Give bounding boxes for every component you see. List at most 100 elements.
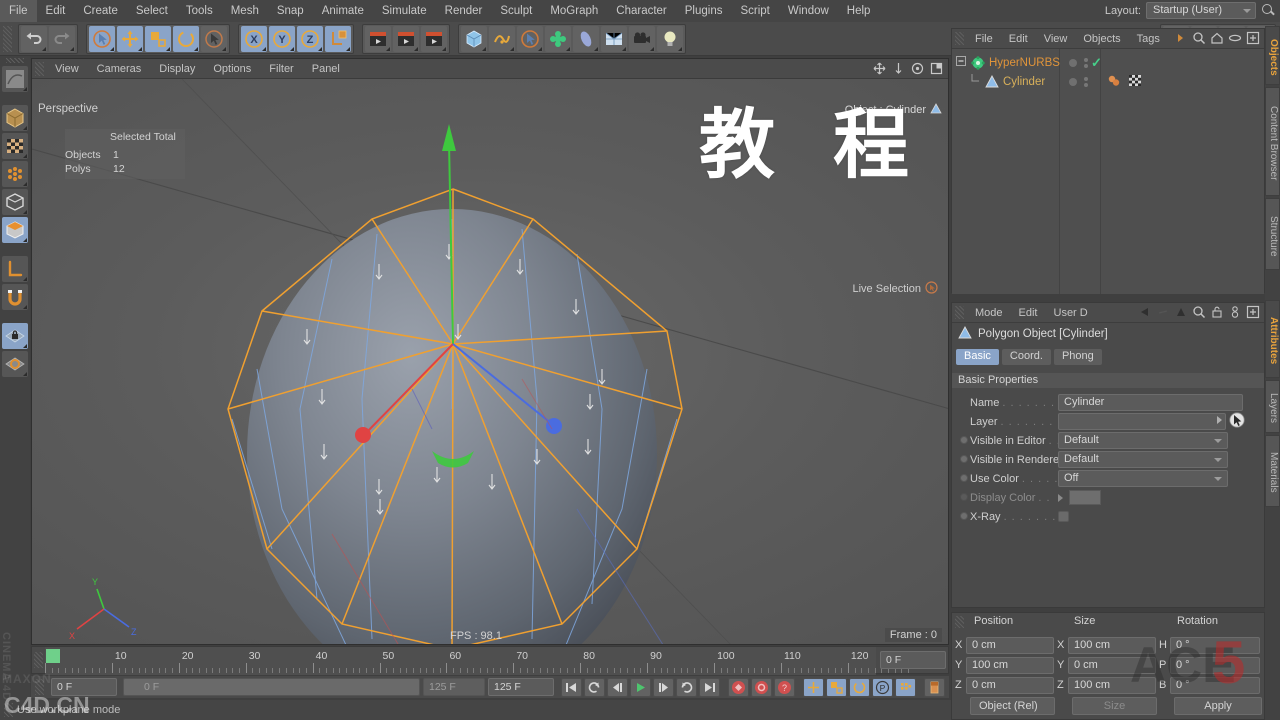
property-dropdown[interactable]: Off [1058,470,1228,487]
new-window-icon[interactable] [1246,31,1261,46]
keyframe-selection-button[interactable]: ? [774,677,795,697]
attributes-menu-userd[interactable]: User D [1046,303,1096,323]
property-animate-dot[interactable] [960,493,968,501]
object-tag-strip[interactable] [1107,74,1142,90]
scale-tool[interactable] [145,25,171,52]
coord-mode-dropdown[interactable]: Object (Rel) [970,697,1055,715]
display-color-swatch[interactable] [1069,490,1101,505]
apply-button[interactable]: Apply [1174,697,1262,715]
menu-item-script[interactable]: Script [731,0,778,22]
menu-item-tools[interactable]: Tools [177,0,222,22]
next-key-button[interactable] [676,677,697,697]
lock-icon[interactable] [1210,305,1225,320]
points-mode-button[interactable] [2,161,28,187]
render-view-button[interactable] [365,25,391,52]
dropdown-corner-icon[interactable] [346,46,350,51]
object-tree[interactable]: HyperNURBS ✓ Cylinder [952,49,1264,294]
property-animate-dot[interactable] [960,455,968,463]
property-animate-dot[interactable] [960,436,968,444]
menu-item-window[interactable]: Window [779,0,838,22]
dropdown-corner-icon[interactable] [290,46,294,51]
coord-field-position[interactable]: 0 cm [966,637,1054,654]
nurbs-button[interactable] [517,25,543,52]
layout-dropdown[interactable]: Startup (User) [1146,2,1256,19]
dropdown-corner-icon[interactable] [23,182,27,186]
make-editable-button[interactable] [2,66,28,92]
dropdown-corner-icon[interactable] [138,46,142,51]
property-animate-dot[interactable] [960,512,968,520]
coord-field-rotation[interactable]: 0 ° [1170,657,1260,674]
menu-item-sculpt[interactable]: Sculpt [491,0,541,22]
parameter-key-toggle[interactable]: P [872,677,893,697]
object-tree-row[interactable]: HyperNURBS ✓ [952,53,1264,72]
property-dropdown[interactable]: Default [1058,451,1228,468]
render-visibility-dots[interactable] [1084,57,1088,68]
menu-item-edit[interactable]: Edit [37,0,75,22]
name-field[interactable]: Cylinder [1058,394,1243,411]
z-axis-lock[interactable]: Z [297,25,323,52]
texture-tag[interactable] [1128,74,1142,90]
spline-button[interactable] [489,25,515,52]
model-mode-button[interactable] [2,105,28,131]
perspective-viewport[interactable]: View Cameras Display Options Filter Panel [31,58,949,645]
coord-size-dropdown[interactable]: Size [1072,697,1157,715]
world-object-coords[interactable] [325,25,351,52]
object-visibility-dots[interactable] [1069,76,1088,87]
display-color-expand-icon[interactable] [1058,493,1063,502]
objects-menu-edit[interactable]: Edit [1001,29,1036,49]
dropdown-corner-icon[interactable] [650,46,654,51]
objects-panel-grip[interactable] [955,32,964,45]
phong-tag[interactable] [1107,74,1123,90]
dropdown-corner-icon[interactable] [23,344,27,348]
viewport-menu-display[interactable]: Display [150,59,204,79]
viewport-menu-panel[interactable]: Panel [303,59,349,79]
chevron-right-icon[interactable] [1174,31,1189,46]
attributes-menu-edit[interactable]: Edit [1011,303,1046,323]
back-arrow-icon[interactable] [1138,305,1153,320]
move-tool[interactable] [117,25,143,52]
timeline-ticks[interactable]: 0102030405060708090100110120 [45,647,910,675]
menu-item-mesh[interactable]: Mesh [222,0,268,22]
attributes-tab-basic[interactable]: Basic [956,349,999,365]
object-tree-row[interactable]: Cylinder [952,72,1264,91]
menu-item-select[interactable]: Select [127,0,177,22]
dropdown-corner-icon[interactable] [594,46,598,51]
previous-key-button[interactable] [584,677,605,697]
pin-icon[interactable] [1228,305,1243,320]
camera-button[interactable] [629,25,655,52]
menu-item-plugins[interactable]: Plugins [676,0,732,22]
dropdown-corner-icon[interactable] [23,154,27,158]
object-tree-name[interactable]: Cylinder [1003,76,1045,88]
render-visibility-dots[interactable] [1084,76,1088,87]
dropdown-corner-icon[interactable] [482,46,486,51]
dropdown-corner-icon[interactable] [42,46,46,51]
viewport-menu-view[interactable]: View [46,59,88,79]
viewport-menu-filter[interactable]: Filter [260,59,302,79]
x-axis-lock[interactable]: X [241,25,267,52]
viewport-canvas[interactable]: Y X Z Perspective Selected Total Objects… [32,79,948,644]
texture-mode-button[interactable] [2,133,28,159]
orbit-icon[interactable] [910,61,925,76]
coord-field-size[interactable]: 100 cm [1068,637,1156,654]
autokeying-button[interactable] [751,677,772,697]
coord-field-size[interactable]: 0 cm [1068,657,1156,674]
editor-visibility-dot[interactable] [1069,77,1077,86]
search-icon[interactable] [1261,3,1276,18]
array-button[interactable] [545,25,571,52]
step-forward-button[interactable] [653,677,674,697]
menu-item-file[interactable]: File [0,0,37,22]
editor-visibility-dot[interactable] [1069,58,1077,67]
dropdown-corner-icon[interactable] [414,46,418,51]
timeline-frame-field[interactable]: 0 F [880,651,946,669]
end-frame-field[interactable]: 125 F [488,678,554,696]
workplane-button[interactable] [2,351,28,377]
coord-field-position[interactable]: 100 cm [966,657,1054,674]
dropdown-corner-icon[interactable] [566,46,570,51]
dropdown-corner-icon[interactable] [194,46,198,51]
viewport-menu-grip[interactable] [35,61,44,76]
objects-menu-view[interactable]: View [1036,29,1076,49]
maximize-icon[interactable] [929,61,944,76]
attributes-tab-phong[interactable]: Phong [1053,349,1102,365]
coord-field-position[interactable]: 0 cm [966,677,1054,694]
coord-field-rotation[interactable]: 0 ° [1170,637,1260,654]
